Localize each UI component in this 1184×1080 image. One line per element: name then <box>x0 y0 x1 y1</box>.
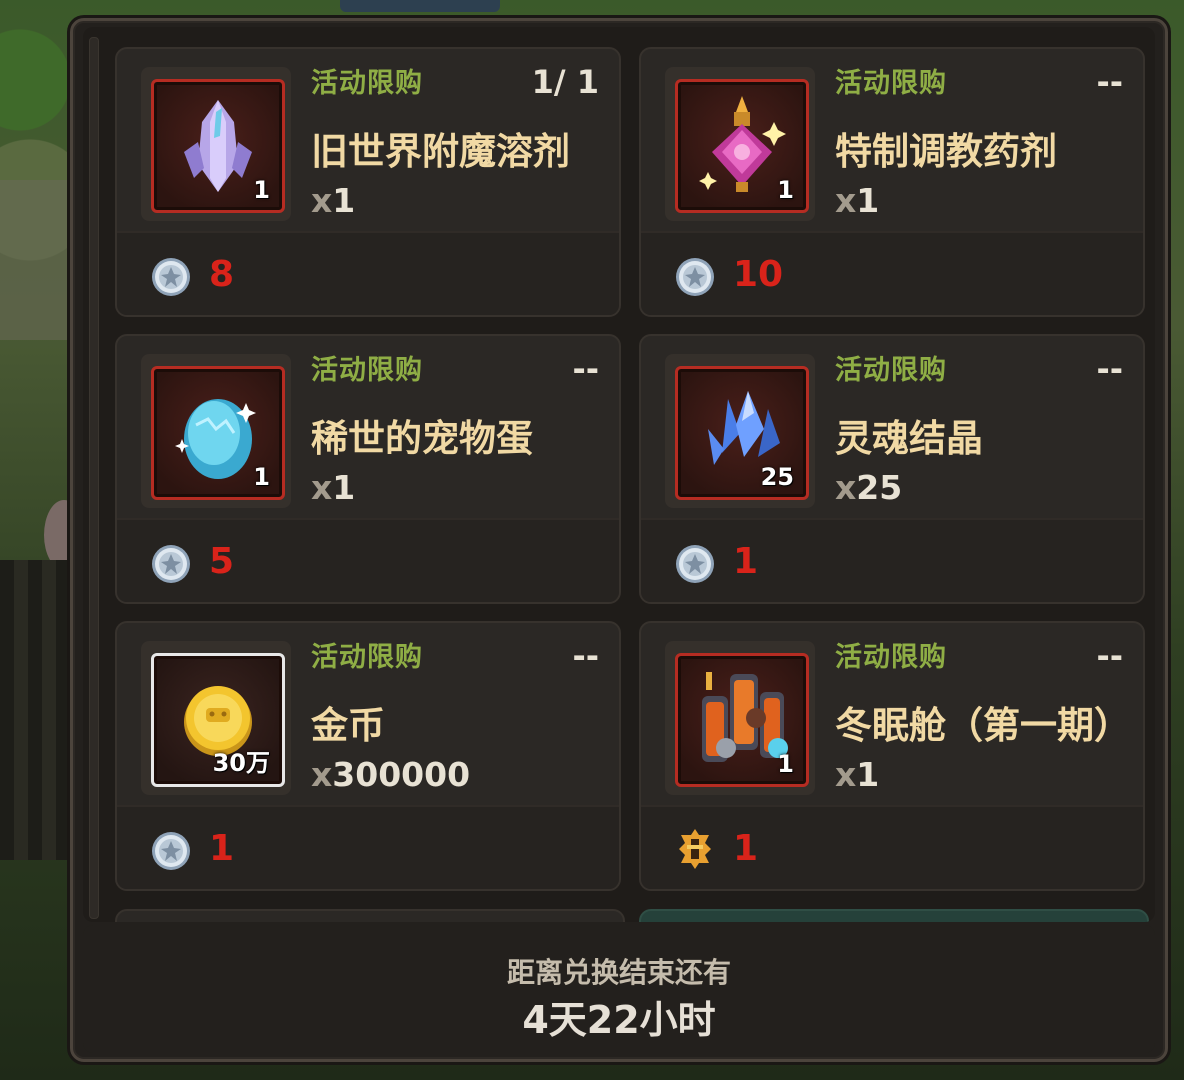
card-footer <box>641 805 1143 889</box>
item-price: 1 <box>209 828 235 869</box>
card-footer <box>641 231 1143 315</box>
soul-crystal-icon: 25 <box>675 366 809 500</box>
limited-tag: 活动限购 <box>311 355 423 386</box>
purchase-limit: -- <box>572 637 599 675</box>
shop-item-card[interactable]: 1 活动限购 -- 稀世的宠物蛋 x1 5 <box>115 334 621 604</box>
item-count: 1 <box>253 463 270 491</box>
item-quantity: x1 <box>311 181 356 220</box>
background-fence <box>0 560 70 860</box>
enchant-crystal-icon: 1 <box>151 79 285 213</box>
pet-egg-icon: 1 <box>151 366 285 500</box>
shop-item-card[interactable]: 30万 活动限购 -- 金币 x300000 1 <box>115 621 621 891</box>
item-name: 稀世的宠物蛋 <box>311 417 533 460</box>
silver-coin-icon <box>676 545 714 583</box>
item-price: 8 <box>209 254 235 295</box>
background-path <box>0 180 70 340</box>
hibernation-pod-icon: 1 <box>675 653 809 787</box>
silver-coin-icon <box>152 545 190 583</box>
item-price: 1 <box>733 828 759 869</box>
silver-coin-icon <box>152 832 190 870</box>
item-quantity: x25 <box>835 468 903 507</box>
limited-tag: 活动限购 <box>311 642 423 673</box>
item-count: 1 <box>777 176 794 204</box>
item-count: 1 <box>253 176 270 204</box>
shop-item-card[interactable]: 25 活动限购 -- 灵魂结晶 x25 1 <box>639 334 1145 604</box>
item-name: 灵魂结晶 <box>835 417 983 460</box>
purchase-limit: -- <box>1096 350 1123 388</box>
item-count: 30万 <box>212 749 270 777</box>
shop-item-card[interactable]: 1 活动限购 -- 冬眠舱（第一期） x1 1 <box>639 621 1145 891</box>
limited-tag: 活动限购 <box>311 68 423 99</box>
card-footer <box>117 518 619 602</box>
card-footer <box>117 231 619 315</box>
countdown-label: 距离兑换结束还有 <box>506 956 731 989</box>
item-name: 特制调教药剂 <box>835 130 1057 173</box>
countdown-time: 4天22小时 <box>522 998 716 1042</box>
exchange-panel: 1 活动限购 1/ 1 旧世界附魔溶剂 x1 8 1 活动限购 -- 特制调教药… <box>70 18 1168 1062</box>
limited-tag: 活动限购 <box>835 355 947 386</box>
item-count: 1 <box>777 750 794 778</box>
purchase-limit: -- <box>1096 63 1123 101</box>
countdown-bar: 距离兑换结束还有 4天22小时 <box>83 925 1155 1053</box>
shop-item-card[interactable]: 1 活动限购 -- 特制调教药剂 x1 10 <box>639 47 1145 317</box>
gold-emblem-icon <box>679 829 711 869</box>
purchase-limit: -- <box>1096 637 1123 675</box>
item-quantity: x1 <box>311 468 356 507</box>
silver-coin-icon <box>152 258 190 296</box>
item-quantity: x300000 <box>311 755 471 794</box>
item-quantity: x1 <box>835 181 880 220</box>
next-card-peek <box>639 909 1149 922</box>
item-price: 5 <box>209 541 235 582</box>
limited-tag: 活动限购 <box>835 642 947 673</box>
item-list[interactable]: 1 活动限购 1/ 1 旧世界附魔溶剂 x1 8 1 活动限购 -- 特制调教药… <box>83 27 1155 922</box>
card-footer <box>641 518 1143 602</box>
purchase-limit: -- <box>572 350 599 388</box>
potion-icon: 1 <box>675 79 809 213</box>
shop-item-card[interactable]: 1 活动限购 1/ 1 旧世界附魔溶剂 x1 8 <box>115 47 621 317</box>
background-decoration <box>340 0 500 12</box>
item-name: 金币 <box>311 704 385 747</box>
item-name: 冬眠舱（第一期） <box>835 704 1131 747</box>
limited-tag: 活动限购 <box>835 68 947 99</box>
item-name: 旧世界附魔溶剂 <box>311 130 570 173</box>
card-footer <box>117 805 619 889</box>
silver-coin-icon <box>676 258 714 296</box>
next-card-peek <box>115 909 625 922</box>
scrollbar[interactable] <box>89 37 99 919</box>
item-price: 10 <box>733 254 784 295</box>
item-price: 1 <box>733 541 759 582</box>
gold-coin-icon: 30万 <box>151 653 285 787</box>
item-quantity: x1 <box>835 755 880 794</box>
purchase-limit: 1/ 1 <box>531 63 599 101</box>
item-count: 25 <box>760 463 794 491</box>
